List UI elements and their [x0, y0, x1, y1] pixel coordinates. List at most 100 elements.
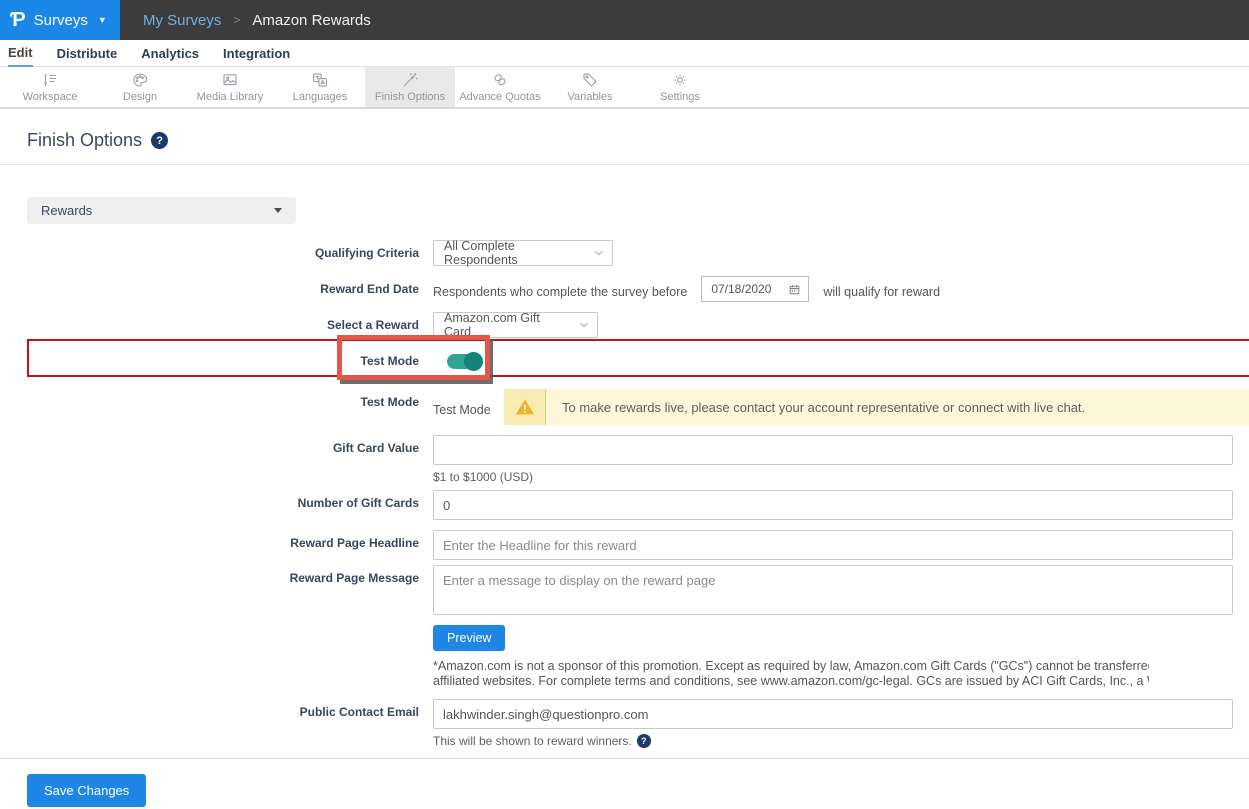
reward-end-date-prefix: Respondents who complete the survey befo…	[433, 279, 687, 299]
spacer-label	[0, 625, 419, 631]
caret-down-icon	[274, 208, 282, 213]
test-mode-status-value: Test Mode	[433, 397, 504, 417]
toolbar-tab-label: Finish Options	[375, 91, 445, 103]
chevron-down-icon	[577, 318, 591, 332]
palette-icon	[129, 71, 151, 89]
breadcrumb-current-survey: Amazon Rewards	[252, 12, 370, 29]
qualifying-criteria-select[interactable]: All Complete Respondents	[433, 240, 613, 266]
chevron-down-icon: ▼	[98, 15, 107, 25]
finish-option-type-dropdown[interactable]: Rewards	[27, 197, 296, 224]
disclaimer-line-1: *Amazon.com is not a sponsor of this pro…	[433, 659, 1149, 674]
breadcrumb-my-surveys[interactable]: My Surveys	[143, 12, 221, 29]
toolbar-tab-advance-quotas[interactable]: Advance Quotas	[455, 67, 545, 107]
number-of-gift-cards-row: Number of Gift Cards	[0, 490, 1249, 520]
reward-page-message-label: Reward Page Message	[0, 565, 419, 585]
toolbar-tab-label: Media Library	[197, 91, 264, 103]
toolbar-tab-label: Workspace	[23, 91, 78, 103]
toggle-knob	[464, 352, 483, 371]
select-reward-row: Select a Reward Amazon.com Gift Card	[0, 312, 1249, 338]
toolbar-tab-languages[interactable]: Languages	[275, 67, 365, 107]
reward-end-date-picker[interactable]: 07/18/2020	[701, 276, 809, 302]
reward-page-message-row: Reward Page Message	[0, 565, 1249, 615]
gear-icon	[669, 71, 691, 89]
edit-toolbar: Workspace Design Media Library Languages…	[0, 67, 1249, 109]
public-contact-email-label: Public Contact Email	[0, 699, 419, 719]
toolbar-tab-design[interactable]: Design	[95, 67, 185, 107]
test-mode-toggle-row: Test Mode	[0, 348, 1249, 375]
reward-page-headline-input[interactable]	[433, 530, 1233, 560]
surveys-product-menu[interactable]: Ƥ Surveys ▼	[0, 0, 120, 40]
finish-option-type-value: Rewards	[41, 203, 274, 218]
reward-page-message-textarea[interactable]	[433, 565, 1233, 615]
image-icon	[219, 71, 241, 89]
calendar-icon	[788, 283, 801, 296]
magic-wand-icon	[399, 71, 421, 89]
gift-card-value-row: Gift Card Value $1 to $1000 (USD)	[0, 435, 1249, 484]
chevron-down-icon	[592, 246, 606, 260]
toolbar-tab-finish-options[interactable]: Finish Options	[365, 67, 455, 107]
survey-section-nav: Edit Distribute Analytics Integration	[0, 40, 1249, 67]
brand-label: Surveys	[34, 12, 88, 29]
nav-tab-edit[interactable]: Edit	[8, 40, 33, 67]
preview-row: Preview	[0, 625, 1249, 651]
test-mode-toggle[interactable]	[447, 354, 481, 369]
toolbar-tab-media-library[interactable]: Media Library	[185, 67, 275, 107]
test-mode-warning-banner: To make rewards live, please contact you…	[504, 389, 1249, 425]
gift-card-value-input[interactable]	[433, 435, 1233, 465]
content-area: Finish Options ? Rewards Qualifying Crit…	[0, 109, 1249, 809]
toolbar-tab-workspace[interactable]: Workspace	[5, 67, 95, 107]
nav-tab-distribute[interactable]: Distribute	[57, 41, 118, 66]
qualifying-criteria-value: All Complete Respondents	[444, 239, 584, 267]
section-divider	[0, 758, 1249, 759]
save-changes-button[interactable]: Save Changes	[27, 774, 146, 807]
reward-end-date-suffix: will qualify for reward	[823, 279, 940, 299]
page-title: Finish Options	[27, 130, 142, 151]
toolbar-tab-settings[interactable]: Settings	[635, 67, 725, 107]
qualifying-criteria-row: Qualifying Criteria All Complete Respond…	[0, 240, 1249, 266]
number-of-gift-cards-input[interactable]	[433, 490, 1233, 520]
gift-card-value-helper: $1 to $1000 (USD)	[433, 470, 1233, 484]
public-contact-email-row: Public Contact Email This will be shown …	[0, 699, 1249, 748]
spacer-label	[0, 659, 419, 665]
test-mode-status-label: Test Mode	[0, 389, 419, 409]
toolbar-tab-label: Languages	[293, 91, 347, 103]
breadcrumb: My Surveys > Amazon Rewards	[120, 0, 1249, 40]
toolbar-tab-label: Variables	[567, 91, 612, 103]
select-reward-value: Amazon.com Gift Card	[444, 311, 569, 339]
public-contact-email-input[interactable]	[433, 699, 1233, 729]
questionpro-logo-icon: Ƥ	[10, 9, 26, 32]
qualifying-criteria-label: Qualifying Criteria	[0, 240, 419, 260]
select-reward-label: Select a Reward	[0, 312, 419, 332]
test-mode-toggle-label: Test Mode	[0, 348, 419, 368]
select-reward-select[interactable]: Amazon.com Gift Card	[433, 312, 598, 338]
nav-tab-integration[interactable]: Integration	[223, 41, 290, 66]
questionpro-finish-options-page: Ƥ Surveys ▼ My Surveys > Amazon Rewards …	[0, 0, 1249, 809]
rewards-form: Qualifying Criteria All Complete Respond…	[0, 240, 1249, 807]
help-icon[interactable]: ?	[151, 132, 168, 149]
chain-links-icon	[489, 71, 511, 89]
reward-end-date-label: Reward End Date	[0, 276, 419, 296]
help-icon[interactable]: ?	[637, 734, 651, 748]
page-header: Finish Options ?	[0, 109, 1249, 165]
public-contact-email-helper: This will be shown to reward winners. ?	[433, 734, 1233, 748]
test-mode-status-row: Test Mode Test Mode To make rewards live…	[0, 389, 1249, 425]
reward-end-date-row: Reward End Date Respondents who complete…	[0, 276, 1249, 302]
preview-button[interactable]: Preview	[433, 625, 505, 651]
finish-options-panel: Finish Options ? Rewards Qualifying Crit…	[0, 109, 1249, 809]
amazon-disclaimer-text: *Amazon.com is not a sponsor of this pro…	[433, 659, 1149, 689]
disclaimer-row: *Amazon.com is not a sponsor of this pro…	[0, 659, 1249, 689]
warning-triangle-icon	[513, 396, 537, 418]
workspace-pen-icon	[39, 71, 61, 89]
toolbar-tab-variables[interactable]: Variables	[545, 67, 635, 107]
nav-tab-analytics[interactable]: Analytics	[141, 41, 199, 66]
warning-message: To make rewards live, please contact you…	[546, 389, 1085, 425]
tag-icon	[579, 71, 601, 89]
helper-text: This will be shown to reward winners.	[433, 734, 632, 748]
translate-icon	[309, 71, 331, 89]
gift-card-value-label: Gift Card Value	[0, 435, 419, 455]
reward-page-headline-row: Reward Page Headline	[0, 530, 1249, 560]
top-header-bar: Ƥ Surveys ▼ My Surveys > Amazon Rewards	[0, 0, 1249, 40]
toolbar-tab-label: Advance Quotas	[459, 91, 540, 103]
warning-icon-cell	[504, 389, 546, 425]
breadcrumb-separator: >	[233, 13, 240, 27]
